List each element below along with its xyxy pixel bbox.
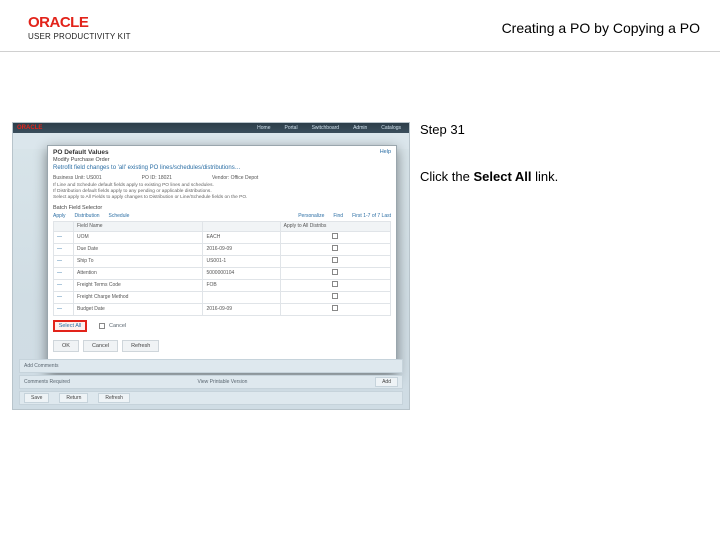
instruction-target: Select All <box>473 169 531 184</box>
toolbar-find[interactable]: Find <box>333 213 343 219</box>
toolbar-personalize[interactable]: Personalize <box>298 213 324 219</box>
footer-row-3: Save Return Refresh <box>19 391 403 405</box>
instruction-text: Click the Select All link. <box>420 169 700 184</box>
footer-row-2: Comments Required View Printable Version… <box>19 375 403 389</box>
oracle-logo: ORACLE <box>28 14 131 31</box>
id-bu: Business Unit: US001 <box>53 175 102 181</box>
id-poid: PO ID: 18021 <box>142 175 172 181</box>
table-row: —Ship ToUS001-1 <box>54 255 391 267</box>
table-row: —Budget Date2016-09-09 <box>54 303 391 315</box>
toolbar-distribution[interactable]: Distribution <box>75 213 100 219</box>
nav-item[interactable]: Portal <box>285 125 298 131</box>
topic-title: Creating a PO by Copying a PO <box>502 20 706 36</box>
logo-block: ORACLE USER PRODUCTIVITY KIT <box>28 14 131 41</box>
checkbox[interactable] <box>332 233 338 239</box>
id-vendor: Vendor: Office Depot <box>212 175 258 181</box>
select-all-link-highlight[interactable]: Select All <box>53 320 87 332</box>
footer-label: Add Comments <box>24 363 58 369</box>
screenshot-thumbnail: ORACLE Home Portal Switchboard Admin Cat… <box>12 122 410 410</box>
instruction-suffix: link. <box>532 169 559 184</box>
checkbox[interactable] <box>332 257 338 263</box>
footer-center[interactable]: View Printable Version <box>198 379 248 385</box>
footer-row-1: Add Comments <box>19 359 403 373</box>
checkbox[interactable] <box>332 281 338 287</box>
instruction-pane: Step 31 Click the Select All link. <box>420 52 710 420</box>
nav-item[interactable]: Switchboard <box>312 125 340 131</box>
cancel-button[interactable]: Cancel <box>83 340 118 352</box>
app-nav: Home Portal Switchboard Admin Catalogs <box>257 125 401 131</box>
table-row: —Freight Terms CodeFOB <box>54 279 391 291</box>
checkbox[interactable] <box>332 269 338 275</box>
ok-button[interactable]: OK <box>53 340 79 352</box>
table-row: —Freight Charge Method <box>54 291 391 303</box>
nav-item[interactable]: Home <box>257 125 270 131</box>
modal-title: PO Default Values <box>48 146 396 157</box>
step-label: Step 31 <box>420 122 700 137</box>
cancel-link[interactable]: Cancel <box>109 323 126 329</box>
toolbar-paging: First 1-7 of 7 Last <box>352 213 391 219</box>
refresh-button[interactable]: Refresh <box>122 340 159 352</box>
grid-toolbar: Apply Distribution Schedule Personalize … <box>48 211 396 221</box>
table-row: —Attention5000000104 <box>54 267 391 279</box>
checkbox[interactable] <box>332 305 338 311</box>
select-all-link: Select All <box>59 323 82 329</box>
screenshot-pane: ORACLE Home Portal Switchboard Admin Cat… <box>0 52 420 420</box>
field-grid: Field Name Apply to All Distribs —UOMEAC… <box>53 221 391 316</box>
toolbar-schedule[interactable]: Schedule <box>109 213 130 219</box>
checkbox[interactable] <box>332 245 338 251</box>
modal-blue-line: Retrofit field changes to 'all' existing… <box>48 164 396 175</box>
toolbar-apply[interactable]: Apply <box>53 213 66 219</box>
footer-left: Comments Required <box>24 379 70 385</box>
add-button[interactable]: Add <box>375 377 398 387</box>
checkbox[interactable] <box>332 293 338 299</box>
help-link[interactable]: Help <box>380 149 391 155</box>
refresh-button-footer[interactable]: Refresh <box>98 393 130 403</box>
id-row: Business Unit: US001 PO ID: 18021 Vendor… <box>48 175 396 183</box>
section-head: Batch Field Selector <box>48 203 396 211</box>
bottom-button-row: OK Cancel Refresh <box>48 336 396 356</box>
grid-header-value <box>203 221 280 231</box>
table-row: —UOMEACH <box>54 231 391 243</box>
header-bar: ORACLE USER PRODUCTIVITY KIT Creating a … <box>0 0 720 52</box>
checkbox[interactable] <box>99 323 105 329</box>
nav-item[interactable]: Admin <box>353 125 367 131</box>
action-row: Select All Cancel <box>48 316 396 336</box>
instruction-prefix: Click the <box>420 169 473 184</box>
grid-header-fieldname: Field Name <box>74 221 203 231</box>
return-button[interactable]: Return <box>59 393 88 403</box>
modal-subtitle: Modify Purchase Order <box>48 157 396 164</box>
app-brand: ORACLE <box>17 125 42 131</box>
upk-subbrand: USER PRODUCTIVITY KIT <box>28 32 131 41</box>
content: ORACLE Home Portal Switchboard Admin Cat… <box>0 52 720 420</box>
grid-header-blank <box>54 221 74 231</box>
info-block: If Line and Schedule default fields appl… <box>48 183 396 203</box>
table-row: —Due Date2016-09-09 <box>54 243 391 255</box>
nav-item[interactable]: Catalogs <box>381 125 401 131</box>
save-button[interactable]: Save <box>24 393 49 403</box>
grid-header-apply: Apply to All Distribs <box>280 221 390 231</box>
modal-po-defaults: Help PO Default Values Modify Purchase O… <box>47 145 397 373</box>
